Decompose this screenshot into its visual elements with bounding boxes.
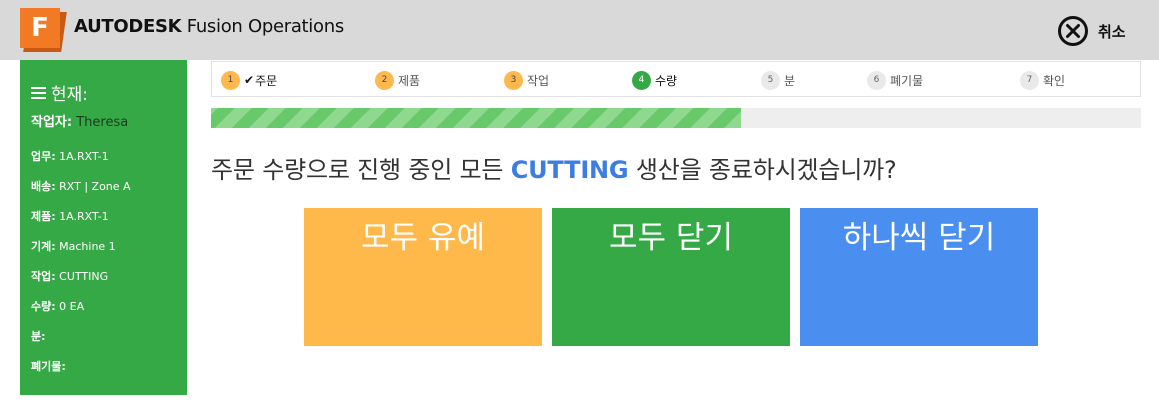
hold-all-button[interactable]: 모두 유예 xyxy=(304,208,542,346)
step-number: 2 xyxy=(375,70,394,90)
info-label: 업무: xyxy=(31,150,56,163)
step-label: 주문 xyxy=(255,73,278,88)
info-label: 수량: xyxy=(31,300,56,313)
question-operation-highlight: CUTTING xyxy=(510,156,629,184)
brand-product: Fusion Operations xyxy=(186,16,344,37)
step-order[interactable]: 1 ✔ 주문 xyxy=(221,70,277,90)
step-number: 7 xyxy=(1020,70,1039,90)
sidebar-title[interactable]: 현재: xyxy=(31,80,88,105)
sidebar-title-text: 현재: xyxy=(51,85,89,105)
step-number: 4 xyxy=(632,70,651,90)
confirmation-question: 주문 수량으로 진행 중인 모든 CUTTING 생산을 종료하시겠습니까? xyxy=(211,150,897,185)
checkmark-icon: ✔ xyxy=(244,73,255,87)
step-confirm[interactable]: 7 확인 xyxy=(1020,70,1065,90)
brand-title: AUTODESK Fusion Operations xyxy=(74,16,344,37)
cancel-label: 취소 xyxy=(1098,22,1126,41)
step-number: 1 xyxy=(221,70,240,90)
close-all-button[interactable]: 모두 닫기 xyxy=(552,208,790,346)
info-label: 기계: xyxy=(31,240,56,253)
info-label: 제품: xyxy=(31,210,56,223)
question-text-start: 주문 수량으로 진행 중인 모든 xyxy=(211,156,511,184)
step-number: 5 xyxy=(761,70,780,90)
info-value: Machine 1 xyxy=(59,240,116,253)
worker-value: Theresa xyxy=(76,115,129,130)
fusion-logo-icon: F xyxy=(20,8,67,52)
info-label: 분: xyxy=(31,330,46,343)
info-row-task: 업무: 1A.RXT-1 xyxy=(31,148,109,164)
step-label: 분 xyxy=(784,73,796,88)
step-scrap[interactable]: 6 폐기물 xyxy=(867,70,923,90)
step-product[interactable]: 2 제품 xyxy=(375,70,420,90)
info-value: 1A.RXT-1 xyxy=(59,150,109,163)
step-label: 폐기물 xyxy=(890,73,924,88)
info-value: CUTTING xyxy=(59,270,109,283)
info-label: 배송: xyxy=(31,180,56,193)
question-text-end: 생산을 종료하시겠습니까? xyxy=(628,156,897,184)
info-row-product: 제품: 1A.RXT-1 xyxy=(31,208,109,224)
info-row-machine: 기계: Machine 1 xyxy=(31,238,116,254)
progress-bar xyxy=(211,108,1141,128)
info-row-scrap: 폐기물: xyxy=(31,358,66,374)
step-label: 수량 xyxy=(655,73,678,88)
info-row-quantity: 수량: 0 EA xyxy=(31,298,84,314)
cancel-button[interactable]: 취소 xyxy=(1057,14,1126,48)
info-value: 1A.RXT-1 xyxy=(59,210,109,223)
info-value: 0 EA xyxy=(59,300,85,313)
worker-label: 작업자: xyxy=(31,115,73,130)
step-minutes[interactable]: 5 분 xyxy=(761,70,795,90)
step-label: 제품 xyxy=(398,73,421,88)
progress-bar-fill xyxy=(211,108,742,128)
step-label: 확인 xyxy=(1043,73,1066,88)
step-label: 작업 xyxy=(527,73,550,88)
info-value: RXT | Zone A xyxy=(59,180,131,193)
info-label: 작업: xyxy=(31,270,56,283)
info-row-minutes: 분: xyxy=(31,328,46,344)
step-indicator: 1 ✔ 주문 2 제품 3 작업 4 수량 5 분 6 폐기물 7 확인 xyxy=(211,61,1141,97)
close-one-by-one-button[interactable]: 하나씩 닫기 xyxy=(800,208,1038,346)
step-number: 6 xyxy=(867,70,886,90)
top-header: F AUTODESK Fusion Operations 취소 xyxy=(0,0,1159,60)
info-row-operation: 작업: CUTTING xyxy=(31,268,108,284)
worker-info: 작업자: Theresa xyxy=(31,111,128,130)
menu-icon[interactable] xyxy=(31,86,46,99)
step-operation[interactable]: 3 작업 xyxy=(504,70,549,90)
step-quantity[interactable]: 4 수량 xyxy=(632,70,677,90)
info-label: 폐기물: xyxy=(31,360,66,373)
current-info-sidebar: 현재: 작업자: Theresa 업무: 1A.RXT-1 배송: RXT | … xyxy=(20,60,187,395)
info-row-shipping: 배송: RXT | Zone A xyxy=(31,178,131,194)
close-circle-icon xyxy=(1058,16,1088,46)
step-number: 3 xyxy=(504,70,523,90)
brand-autodesk: AUTODESK xyxy=(74,16,182,37)
